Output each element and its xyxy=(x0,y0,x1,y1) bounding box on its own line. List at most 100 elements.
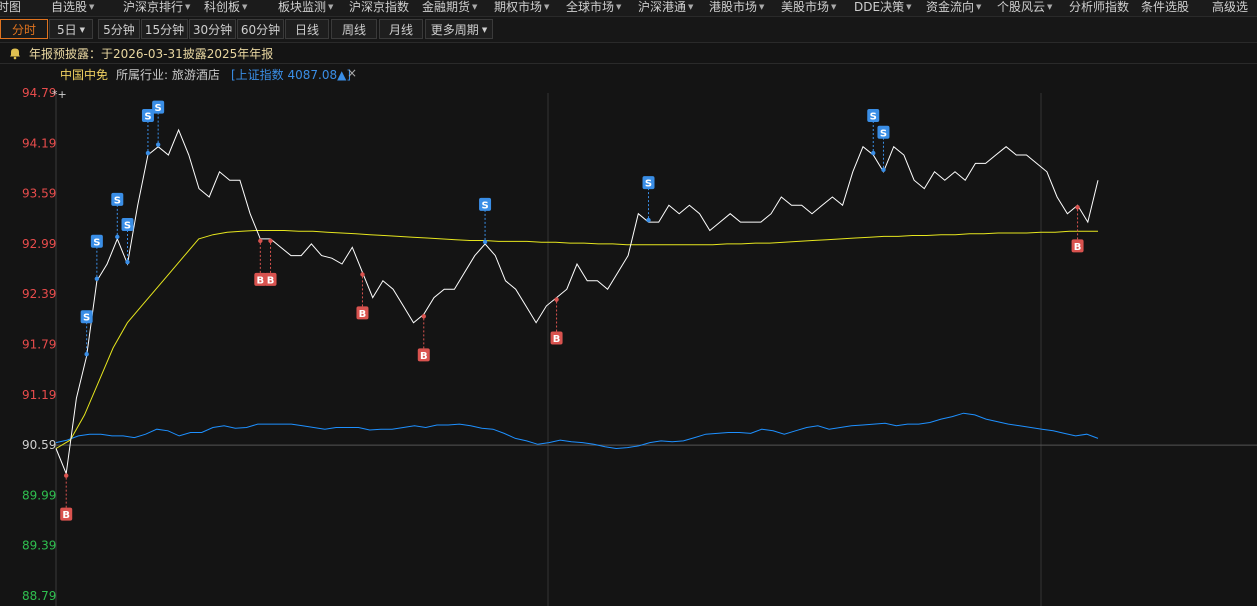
menu-item-12[interactable]: DDE决策 ▼ xyxy=(854,0,911,16)
tab-label: 分时 xyxy=(11,23,36,37)
menu-item-label: 个股风云 xyxy=(997,0,1046,14)
intraday-chart[interactable]: 94.7994.1993.5992.9992.3991.7991.1990.59… xyxy=(0,84,1257,606)
sell-signal-label: S xyxy=(114,195,121,206)
y-tick-label: 93.59 xyxy=(22,187,56,201)
menu-item-8[interactable]: 全球市场 ▼ xyxy=(566,0,621,16)
tab-label: 15分钟 xyxy=(144,23,185,37)
tab-label: 更多周期 xyxy=(430,23,479,37)
tab-label: 周线 xyxy=(341,23,366,37)
menu-item-7[interactable]: 期权市场 ▼ xyxy=(494,0,549,16)
menu-item-label: 沪深京指数 xyxy=(349,0,410,14)
menu-item-16[interactable]: 条件选股 xyxy=(1141,0,1189,16)
buy-signal-dot xyxy=(258,238,263,244)
menu-item-label: 科创板 xyxy=(204,0,241,14)
menu-item-3[interactable]: 科创板 ▼ xyxy=(204,0,247,16)
menu-item-label: 金融期货 xyxy=(422,0,471,14)
menu-bar: 时图自选股▼沪深京排行▼科创板▼板块监测▼沪深京指数金融期货▼期权市场▼全球市场… xyxy=(0,0,1257,17)
menu-item-2[interactable]: 沪深京排行 ▼ xyxy=(123,0,190,16)
sell-signal-label: S xyxy=(83,313,90,324)
buy-signal-dot xyxy=(64,473,69,478)
sell-signal-label: S xyxy=(880,128,887,139)
menu-item-10[interactable]: 港股市场 ▼ xyxy=(709,0,764,16)
sell-signal-dot xyxy=(84,352,89,357)
tab-period-4[interactable]: 30分钟 xyxy=(189,19,236,39)
menu-item-13[interactable]: 资金流向 ▼ xyxy=(926,0,981,16)
tab-period-7[interactable]: 周线 xyxy=(331,19,377,39)
close-overlay-button[interactable]: × xyxy=(347,66,357,80)
buy-signal-label: B xyxy=(420,351,428,362)
menu-item-label: 港股市场 xyxy=(709,0,758,14)
sell-signal-dot xyxy=(155,142,161,147)
buy-signal-dot xyxy=(268,238,273,244)
menu-item-label: 板块监测 xyxy=(278,0,327,14)
buy-signal-label: B xyxy=(553,334,561,345)
tab-label: 5日 xyxy=(56,23,77,37)
y-tick-label: 92.39 xyxy=(22,287,56,301)
chevron-down-icon: ▼ xyxy=(1047,3,1053,11)
chevron-down-icon: ▼ xyxy=(831,3,837,11)
buy-signal-dot xyxy=(554,297,559,302)
tab-period-0[interactable]: 分时 xyxy=(0,19,48,39)
menu-item-5[interactable]: 沪深京指数 xyxy=(349,0,409,16)
tab-label: 5分钟 xyxy=(103,23,135,37)
sell-signal-label: S xyxy=(144,112,151,123)
sell-signal-dot xyxy=(646,217,651,223)
menu-item-1[interactable]: 自选股 ▼ xyxy=(51,0,94,16)
tab-period-6[interactable]: 日线 xyxy=(285,19,329,39)
sell-signal-label: S xyxy=(93,237,100,248)
sell-signal-dot xyxy=(482,239,488,245)
tab-period-9[interactable]: 更多周期 ▼ xyxy=(425,19,493,39)
tab-label: 日线 xyxy=(294,23,319,37)
tab-period-3[interactable]: 15分钟 xyxy=(141,19,188,39)
tab-period-2[interactable]: 5分钟 xyxy=(98,19,140,39)
menu-item-0[interactable]: 时图 xyxy=(0,0,21,16)
y-tick-label: 94.19 xyxy=(22,136,56,150)
period-tab-bar: 分时 5日 ▼ 5分钟 15分钟 30分钟 60分钟 日线 周线 月线 更多周期 ▼ xyxy=(0,17,1257,43)
chevron-down-icon: ▼ xyxy=(481,26,488,34)
announcement-text: 年报预披露：于2026-03-31披露2025年年报 xyxy=(29,47,274,61)
y-tick-label: 92.99 xyxy=(22,237,56,251)
buy-signal-label: B xyxy=(257,275,265,286)
menu-item-label: 期权市场 xyxy=(494,0,543,14)
sell-signal-dot xyxy=(125,259,130,265)
y-tick-label: 88.79 xyxy=(22,589,56,603)
sell-signal-dot xyxy=(145,150,151,156)
tab-period-5[interactable]: 60分钟 xyxy=(237,19,284,39)
chevron-down-icon: ▼ xyxy=(89,3,95,11)
buy-signal-dot xyxy=(1075,205,1080,210)
menu-item-14[interactable]: 个股风云 ▼ xyxy=(997,0,1052,16)
buy-signal-label: B xyxy=(359,309,367,320)
sell-signal-dot xyxy=(94,276,100,281)
sell-signal-label: S xyxy=(155,103,162,114)
menu-item-17[interactable]: 高级选 xyxy=(1212,0,1248,16)
industry-label[interactable]: 所属行业: 旅游酒店 xyxy=(116,66,220,83)
stock-name[interactable]: 中国中免 xyxy=(60,66,108,83)
menu-item-15[interactable]: 分析师指数 xyxy=(1069,0,1129,16)
tab-period-1[interactable]: 5日 ▼ xyxy=(49,19,93,39)
buy-signal-label: B xyxy=(267,275,275,286)
menu-item-6[interactable]: 金融期货 ▼ xyxy=(422,0,477,16)
chevron-down-icon: ▼ xyxy=(328,3,334,11)
y-tick-label: 89.99 xyxy=(22,488,56,502)
index-line xyxy=(55,412,1099,450)
menu-item-11[interactable]: 美股市场 ▼ xyxy=(781,0,836,16)
y-tick-label: 91.19 xyxy=(22,388,56,402)
index-overlay-label[interactable]: [上证指数 4087.08▲] xyxy=(231,66,351,83)
tab-period-8[interactable]: 月线 xyxy=(379,19,423,39)
chevron-down-icon: ▼ xyxy=(79,26,86,34)
tab-label: 60分钟 xyxy=(240,23,281,37)
chevron-down-icon: ▼ xyxy=(185,3,191,11)
sell-signal-dot xyxy=(871,150,876,156)
menu-item-label: 分析师指数 xyxy=(1069,0,1130,14)
menu-item-4[interactable]: 板块监测 ▼ xyxy=(278,0,333,16)
buy-signal-label: B xyxy=(62,510,70,521)
price-line xyxy=(55,128,1099,476)
menu-item-label: 沪深京排行 xyxy=(123,0,184,14)
menu-item-label: 高级选 xyxy=(1212,0,1249,14)
menu-item-label: 时图 xyxy=(0,0,22,14)
announcement-bar[interactable]: 年报预披露：于2026-03-31披露2025年年报 xyxy=(0,43,1257,64)
buy-signal-dot xyxy=(360,272,365,277)
menu-item-9[interactable]: 沪深港通 ▼ xyxy=(638,0,693,16)
chevron-down-icon: ▼ xyxy=(544,3,550,11)
chevron-down-icon: ▼ xyxy=(759,3,765,11)
